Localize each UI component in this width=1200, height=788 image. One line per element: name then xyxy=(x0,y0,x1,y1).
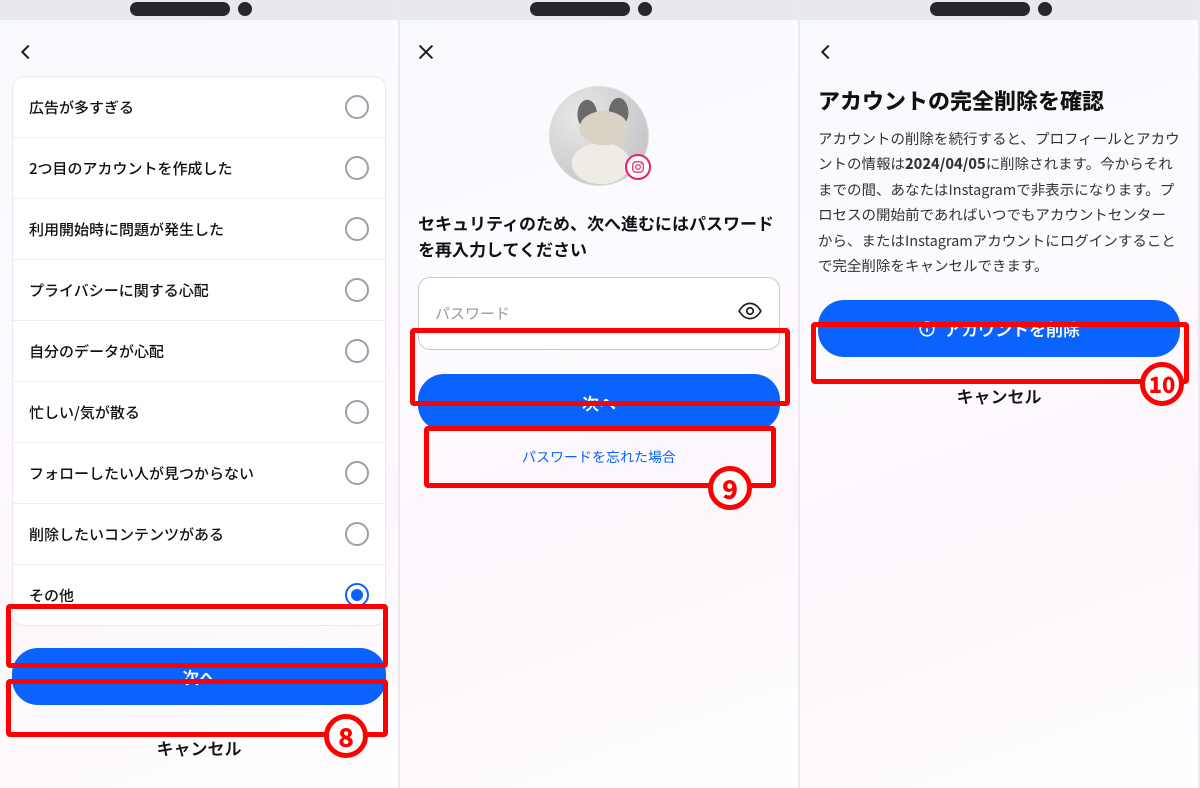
eye-icon[interactable] xyxy=(737,298,763,329)
delete-account-button[interactable]: アカウントを削除 xyxy=(818,300,1180,357)
reason-row[interactable]: 広告が多すぎる xyxy=(13,77,385,137)
confirm-title: アカウントの完全削除を確認 xyxy=(800,76,1198,126)
body-date: 2024/04/05 xyxy=(905,153,986,174)
step-badge: 9 xyxy=(708,466,752,510)
status-bar xyxy=(400,0,798,20)
reason-label: 忙しい/気が散る xyxy=(29,402,140,423)
reason-row[interactable]: プライバシーに関する心配 xyxy=(13,259,385,320)
reason-row[interactable]: 自分のデータが心配 xyxy=(13,320,385,381)
panel-password: セキュリティのため、次へ進むにはパスワードを再入力してください パスワード 次へ… xyxy=(400,0,800,788)
reason-label: 自分のデータが心配 xyxy=(29,341,164,362)
panel-confirm: アカウントの完全削除を確認 アカウントの削除を続行すると、プロフィールとアカウン… xyxy=(800,0,1200,788)
reason-label: 削除したいコンテンツがある xyxy=(29,524,224,545)
password-input[interactable]: パスワード xyxy=(418,277,780,350)
reason-label: 2つ目のアカウントを作成した xyxy=(29,158,233,179)
radio-icon[interactable] xyxy=(345,278,369,302)
radio-icon[interactable] xyxy=(345,522,369,546)
reason-row[interactable]: 削除したいコンテンツがある xyxy=(13,503,385,564)
reason-row[interactable]: 利用開始時に問題が発生した xyxy=(13,198,385,259)
radio-icon[interactable] xyxy=(345,156,369,180)
radio-icon[interactable] xyxy=(345,339,369,363)
radio-icon[interactable] xyxy=(345,95,369,119)
radio-icon[interactable] xyxy=(345,461,369,485)
cancel-button[interactable]: キャンセル xyxy=(12,719,386,776)
info-icon xyxy=(918,320,936,338)
close-icon[interactable] xyxy=(412,38,440,66)
reason-row[interactable]: フォローしたい人が見つからない xyxy=(13,442,385,503)
reason-label: 利用開始時に問題が発生した xyxy=(29,219,224,240)
reason-label: プライバシーに関する心配 xyxy=(29,280,209,301)
reason-row[interactable]: 2つ目のアカウントを作成した xyxy=(13,137,385,198)
forgot-password-link[interactable]: パスワードを忘れた場合 xyxy=(400,447,798,467)
next-button[interactable]: 次へ xyxy=(12,648,386,705)
nav-bar xyxy=(0,20,398,76)
radio-icon[interactable] xyxy=(345,400,369,424)
radio-icon[interactable] xyxy=(345,583,369,607)
reason-row[interactable]: 忙しい/気が散る xyxy=(13,381,385,442)
status-bar xyxy=(0,0,398,20)
radio-icon[interactable] xyxy=(345,217,369,241)
nav-bar xyxy=(800,20,1198,76)
password-heading: セキュリティのため、次へ進むにはパスワードを再入力してください xyxy=(400,186,798,267)
back-icon[interactable] xyxy=(12,38,40,66)
back-icon[interactable] xyxy=(812,38,840,66)
nav-bar xyxy=(400,20,798,76)
reason-label: フォローしたい人が見つからない xyxy=(29,463,254,484)
reason-label: 広告が多すぎる xyxy=(29,97,134,118)
delete-label: アカウントを削除 xyxy=(944,316,1080,341)
reason-list: 広告が多すぎる 2つ目のアカウントを作成した 利用開始時に問題が発生した プライ… xyxy=(12,76,386,626)
reason-label: その他 xyxy=(29,585,74,606)
panel-reason: 広告が多すぎる 2つ目のアカウントを作成した 利用開始時に問題が発生した プライ… xyxy=(0,0,400,788)
cancel-button[interactable]: キャンセル xyxy=(818,367,1180,424)
status-bar xyxy=(800,0,1198,20)
avatar-wrap xyxy=(400,76,798,186)
password-placeholder: パスワード xyxy=(435,303,510,324)
reason-row[interactable]: その他 xyxy=(13,564,385,625)
instagram-badge-icon xyxy=(625,154,651,180)
confirm-body: アカウントの削除を続行すると、プロフィールとアカウントの情報は2024/04/0… xyxy=(800,126,1198,278)
next-button[interactable]: 次へ xyxy=(418,374,780,431)
